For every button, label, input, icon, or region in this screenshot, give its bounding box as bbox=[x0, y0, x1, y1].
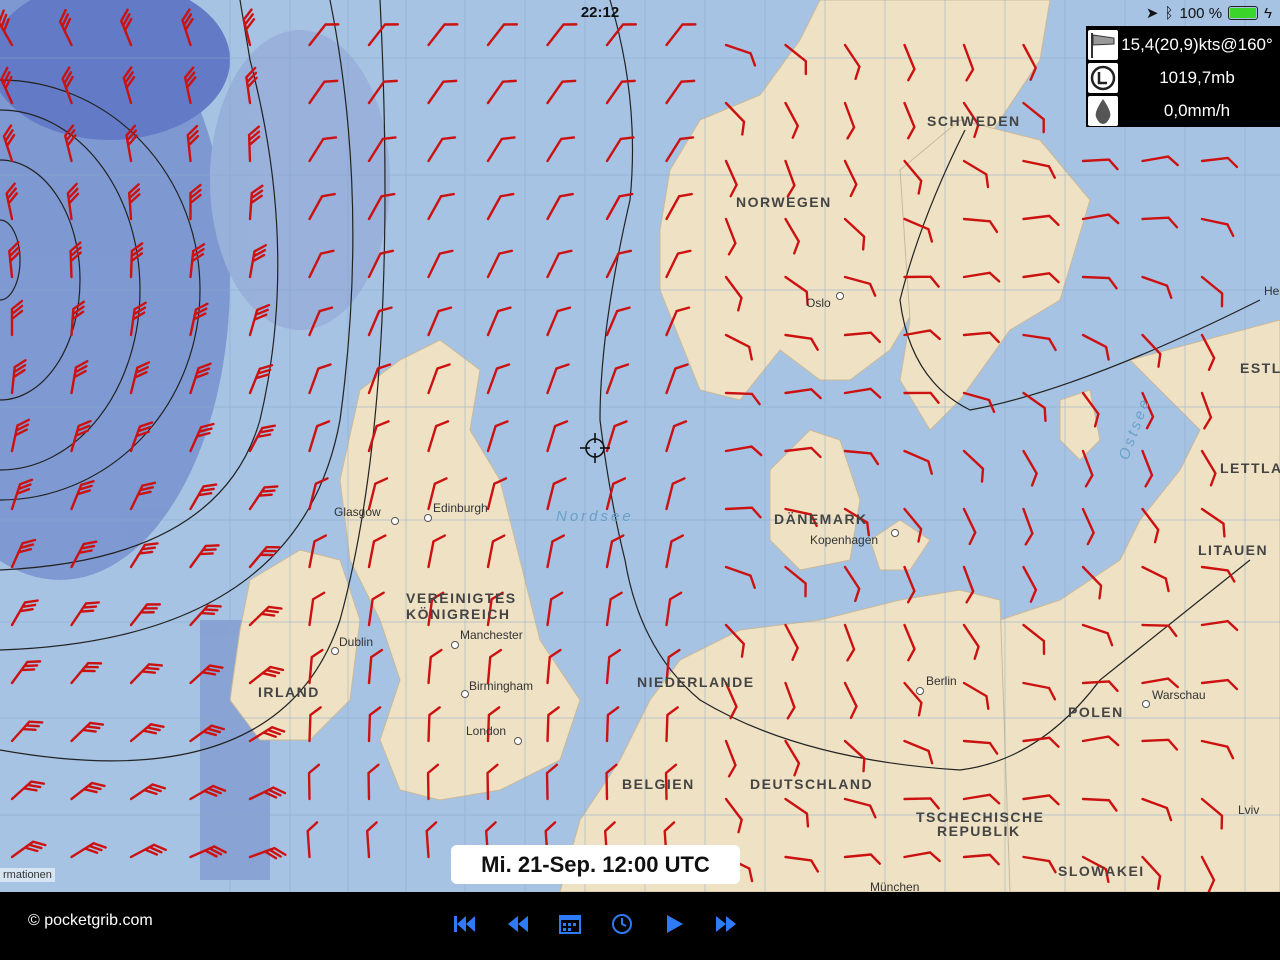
city-dot bbox=[461, 690, 469, 698]
info-panel: 15,4(20,9)kts@160° 1019,7mb 0,0mm/h bbox=[1086, 26, 1280, 127]
play-button[interactable] bbox=[658, 908, 690, 940]
precipitation-value: 0,0mm/h bbox=[1163, 101, 1231, 120]
raindrop-icon bbox=[1088, 96, 1118, 126]
status-clock: 22:12 bbox=[580, 4, 620, 21]
city-oslo: Oslo bbox=[806, 296, 831, 310]
battery-level bbox=[1230, 8, 1257, 18]
clock-icon bbox=[612, 914, 632, 934]
sea-north-sea: Nordsee bbox=[556, 508, 634, 525]
label-uk-2: KÖNIGREICH bbox=[406, 606, 511, 622]
bluetooth-icon: ᛒ bbox=[1164, 4, 1174, 22]
charging-icon: ϟ bbox=[1264, 4, 1272, 22]
copyright-text: © pocketgrib.com bbox=[28, 912, 153, 929]
pressure-value: 1019,7mb bbox=[1159, 68, 1235, 87]
city-edinburgh: Edinburgh bbox=[433, 501, 488, 515]
label-denmark: DÄNEMARK bbox=[774, 511, 868, 527]
battery-icon bbox=[1228, 6, 1259, 20]
bottom-toolbar: © pocketgrib.com bbox=[0, 892, 1280, 960]
map-canvas bbox=[0, 0, 1280, 892]
status-bar: 22:12 ➤ ᛒ 100 % ϟ bbox=[0, 0, 1280, 26]
weather-map[interactable]: NORWEGEN SCHWEDEN DÄNEMARK VEREINIGTES K… bbox=[0, 0, 1280, 892]
calendar-icon bbox=[559, 915, 581, 934]
city-birmingham: Birmingham bbox=[469, 679, 534, 693]
city-dot bbox=[451, 641, 459, 649]
label-uk-1: VEREINIGTES bbox=[406, 590, 517, 606]
forecast-time-badge[interactable]: Mi. 21-Sep. 12:00 UTC bbox=[451, 845, 740, 884]
info-row-precip: 0,0mm/h bbox=[1086, 94, 1280, 127]
city-helsinki: He bbox=[1264, 284, 1280, 298]
city-glasgow: Glasgow bbox=[334, 505, 381, 519]
play-icon bbox=[667, 915, 683, 933]
status-indicators: ➤ ᛒ 100 % ϟ bbox=[1145, 4, 1272, 23]
city-lviv: Lviv bbox=[1238, 803, 1260, 817]
skip-to-start-icon bbox=[454, 916, 475, 932]
city-dot bbox=[1142, 700, 1150, 708]
clock-button[interactable] bbox=[606, 908, 638, 940]
label-latvia: LETTLA bbox=[1220, 460, 1280, 476]
city-dot bbox=[891, 529, 899, 537]
windsock-icon bbox=[1088, 30, 1118, 60]
label-estonia: ESTL bbox=[1240, 360, 1280, 376]
map-attribution-link[interactable]: rmationen bbox=[0, 868, 55, 882]
city-copenhagen: Kopenhagen bbox=[810, 533, 879, 547]
label-netherlands: NIEDERLANDE bbox=[637, 674, 755, 690]
label-germany: DEUTSCHLAND bbox=[750, 776, 874, 792]
city-dublin: Dublin bbox=[339, 635, 374, 649]
city-dot bbox=[424, 514, 432, 522]
location-icon: ➤ bbox=[1145, 5, 1159, 22]
city-dot bbox=[836, 292, 844, 300]
city-dot bbox=[916, 687, 924, 695]
city-berlin: Berlin bbox=[926, 674, 957, 688]
label-slovakia: SLOWAKEI bbox=[1058, 863, 1145, 879]
skip-to-start-button[interactable] bbox=[448, 908, 480, 940]
info-row-wind: 15,4(20,9)kts@160° bbox=[1086, 28, 1280, 61]
city-manchester: Manchester bbox=[460, 628, 523, 642]
fast-forward-icon bbox=[716, 916, 736, 932]
calendar-button[interactable] bbox=[554, 908, 586, 940]
label-lithuania: LITAUEN bbox=[1198, 542, 1269, 558]
step-back-icon bbox=[508, 916, 528, 932]
city-warsaw: Warschau bbox=[1152, 688, 1206, 702]
city-dot bbox=[331, 647, 339, 655]
city-dot bbox=[514, 737, 522, 745]
label-czech-2: REPUBLIK bbox=[937, 823, 1021, 839]
info-row-pressure: 1019,7mb bbox=[1086, 61, 1280, 94]
label-sweden: SCHWEDEN bbox=[927, 113, 1021, 129]
wind-value: 15,4(20,9)kts@160° bbox=[1121, 35, 1273, 54]
city-london: London bbox=[466, 724, 507, 738]
label-ireland: IRLAND bbox=[258, 684, 320, 700]
city-dot bbox=[391, 517, 399, 525]
city-munich: München bbox=[870, 880, 920, 892]
label-poland: POLEN bbox=[1068, 704, 1124, 720]
label-norway: NORWEGEN bbox=[736, 194, 832, 210]
label-belgium: BELGIEN bbox=[622, 776, 695, 792]
fast-forward-button[interactable] bbox=[710, 908, 742, 940]
low-pressure-icon bbox=[1088, 63, 1118, 93]
step-back-button[interactable] bbox=[502, 908, 534, 940]
battery-text: 100 % bbox=[1179, 4, 1223, 22]
